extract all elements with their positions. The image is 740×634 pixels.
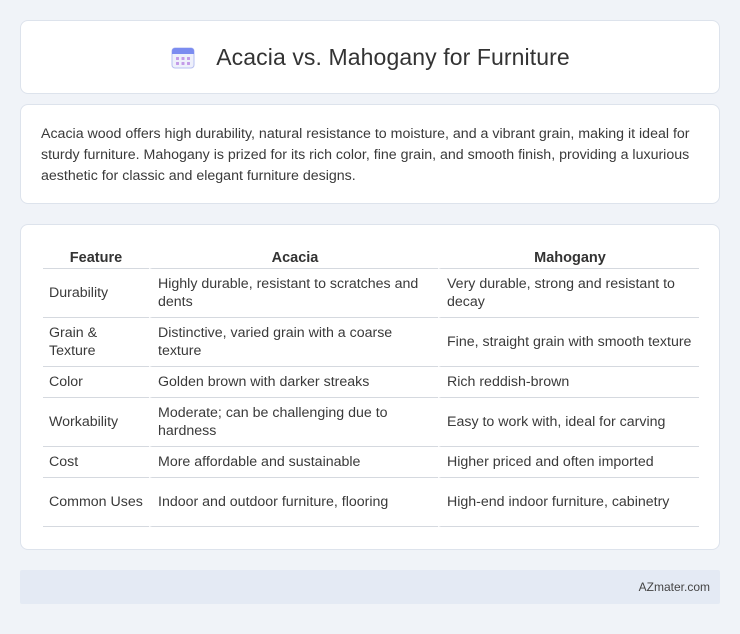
header-acacia: Acacia bbox=[149, 245, 438, 269]
header-mahogany: Mahogany bbox=[438, 245, 699, 269]
comparison-table: Feature Acacia Mahogany Durability Highl… bbox=[43, 245, 699, 527]
feature-cell: Common Uses bbox=[43, 478, 149, 527]
table-row: Grain & Texture Distinctive, varied grai… bbox=[43, 318, 699, 367]
table-row: Workability Moderate; can be challenging… bbox=[43, 398, 699, 447]
acacia-cell: Moderate; can be challenging due to hard… bbox=[149, 398, 438, 447]
mahogany-cell: Fine, straight grain with smooth texture bbox=[438, 318, 699, 367]
footer-brand[interactable]: AZmater.com bbox=[639, 580, 710, 594]
mahogany-cell: Higher priced and often imported bbox=[438, 447, 699, 478]
title-row: Acacia vs. Mahogany for Furniture bbox=[170, 44, 570, 71]
title-card: Acacia vs. Mahogany for Furniture bbox=[20, 20, 720, 94]
mahogany-cell: High-end indoor furniture, cabinetry bbox=[438, 478, 699, 527]
table-row: Color Golden brown with darker streaks R… bbox=[43, 367, 699, 398]
feature-cell: Durability bbox=[43, 269, 149, 318]
mahogany-cell: Easy to work with, ideal for carving bbox=[438, 398, 699, 447]
header-feature: Feature bbox=[43, 245, 149, 269]
acacia-cell: Indoor and outdoor furniture, flooring bbox=[149, 478, 438, 527]
summary-text: Acacia wood offers high durability, natu… bbox=[41, 126, 690, 184]
acacia-cell: Golden brown with darker streaks bbox=[149, 367, 438, 398]
feature-cell: Grain & Texture bbox=[43, 318, 149, 367]
table-row: Common Uses Indoor and outdoor furniture… bbox=[43, 478, 699, 527]
mahogany-cell: Very durable, strong and resistant to de… bbox=[438, 269, 699, 318]
comparison-card: Feature Acacia Mahogany Durability Highl… bbox=[20, 224, 720, 550]
summary-card: Acacia wood offers high durability, natu… bbox=[20, 104, 720, 204]
acacia-cell: Highly durable, resistant to scratches a… bbox=[149, 269, 438, 318]
mahogany-cell: Rich reddish-brown bbox=[438, 367, 699, 398]
acacia-cell: Distinctive, varied grain with a coarse … bbox=[149, 318, 438, 367]
feature-cell: Workability bbox=[43, 398, 149, 447]
table-row: Cost More affordable and sustainable Hig… bbox=[43, 447, 699, 478]
table-row: Durability Highly durable, resistant to … bbox=[43, 269, 699, 318]
table-header-row: Feature Acacia Mahogany bbox=[43, 245, 699, 269]
footer-bar: AZmater.com bbox=[20, 570, 720, 604]
feature-cell: Cost bbox=[43, 447, 149, 478]
page-title: Acacia vs. Mahogany for Furniture bbox=[216, 43, 570, 70]
acacia-cell: More affordable and sustainable bbox=[149, 447, 438, 478]
feature-cell: Color bbox=[43, 367, 149, 398]
calendar-icon bbox=[170, 44, 196, 70]
